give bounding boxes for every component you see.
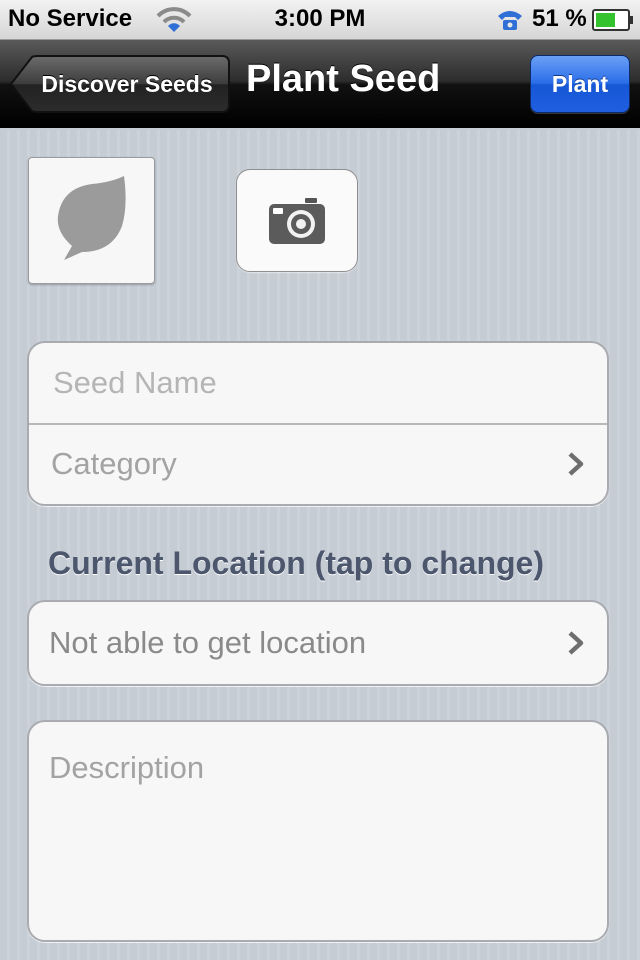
camera-icon bbox=[269, 197, 325, 244]
plant-button[interactable]: Plant bbox=[530, 55, 630, 113]
back-button[interactable]: Discover Seeds bbox=[10, 55, 230, 113]
category-label: Category bbox=[51, 446, 177, 481]
camera-button[interactable] bbox=[236, 169, 358, 272]
battery-icon bbox=[592, 9, 634, 31]
seed-name-row[interactable] bbox=[29, 343, 607, 423]
chevron-right-icon bbox=[568, 631, 584, 655]
seed-details-group: Category bbox=[27, 341, 609, 506]
phone-icon bbox=[496, 8, 524, 32]
status-bar: No Service 3:00 PM 51 % bbox=[0, 0, 640, 40]
location-row[interactable]: Not able to get location bbox=[29, 602, 607, 684]
leaf-icon bbox=[57, 175, 126, 260]
category-row[interactable]: Category bbox=[29, 423, 607, 503]
back-button-label: Discover Seeds bbox=[41, 70, 213, 97]
location-value: Not able to get location bbox=[49, 625, 367, 660]
navigation-bar: Discover Seeds Plant Seed Plant bbox=[0, 40, 640, 128]
page-title: Plant Seed bbox=[246, 58, 441, 100]
location-section-header: Current Location (tap to change) bbox=[48, 545, 544, 581]
description-input[interactable] bbox=[29, 722, 607, 940]
battery-percent: 51 % bbox=[532, 5, 587, 32]
description-group bbox=[27, 720, 609, 942]
chevron-right-icon bbox=[568, 452, 584, 476]
seed-image-button[interactable] bbox=[28, 157, 155, 284]
seed-name-input[interactable] bbox=[51, 365, 571, 401]
location-group: Not able to get location bbox=[27, 600, 609, 686]
